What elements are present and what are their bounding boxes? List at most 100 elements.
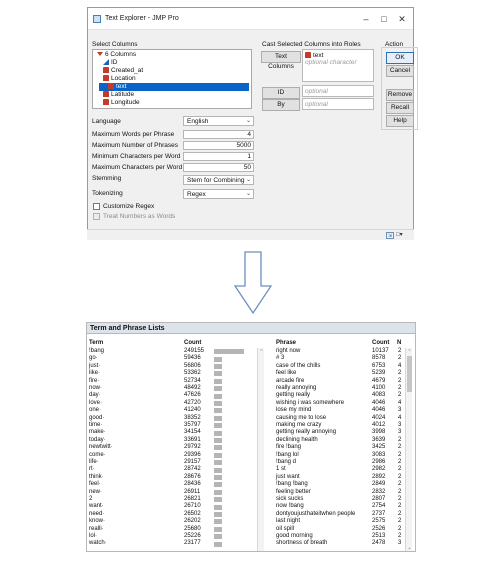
remove-button[interactable]: Remove [386, 89, 414, 101]
phrase-cell[interactable]: causing me to lose [276, 415, 326, 422]
phrase-cell[interactable]: !bang lol [276, 452, 299, 459]
minimize-icon[interactable]: – [359, 12, 373, 26]
text-columns-role-box[interactable]: text optional character [302, 49, 374, 82]
term-cell[interactable]: lol· [89, 533, 97, 540]
term-cell[interactable]: love· [89, 400, 102, 407]
term-cell[interactable]: one· [89, 407, 101, 414]
cancel-button[interactable]: Cancel [386, 65, 414, 77]
phrase-cell[interactable]: arcade fire [276, 378, 304, 385]
term-count-cell: 56806 [184, 362, 201, 369]
maximize-icon[interactable]: □ [377, 12, 391, 26]
term-cell[interactable]: time· [89, 422, 102, 429]
by-button[interactable]: By [262, 99, 300, 111]
term-cell[interactable]: come· [89, 452, 106, 459]
term-scrollbar[interactable]: ⌃ [257, 348, 265, 551]
phrase-cell[interactable]: right now [276, 348, 300, 355]
chevron-down-icon: ⌄ [245, 191, 251, 197]
term-cell[interactable]: need· [89, 511, 104, 518]
term-cell[interactable]: go· [89, 355, 98, 362]
term-cell[interactable]: good· [89, 415, 104, 422]
id-role-box[interactable]: optional [302, 85, 374, 97]
column-list[interactable]: 6 Columns ID Created_at Location text La… [92, 49, 252, 109]
phrase-cell[interactable]: feeling better [276, 489, 311, 496]
term-cell[interactable]: watch· [89, 540, 107, 547]
term-cell[interactable]: like· [89, 370, 100, 377]
checkbox-box[interactable] [93, 213, 100, 220]
ok-button[interactable]: OK [386, 52, 414, 64]
term-cell[interactable]: today· [89, 437, 106, 444]
max-phrases-field[interactable]: 5000 [183, 141, 254, 150]
scroll-up-icon[interactable]: ⌃ [258, 349, 265, 355]
text-columns-button[interactable]: Text Columns [261, 51, 301, 70]
term-cell[interactable]: now· [89, 385, 102, 392]
phrase-cell[interactable]: fire !bang [276, 444, 301, 451]
term-cell[interactable]: feel· [89, 481, 101, 488]
max-words-field[interactable]: 4 [183, 130, 254, 139]
column-item-latitude[interactable]: Latitude [103, 91, 134, 99]
phrase-cell[interactable]: declining health [276, 437, 318, 444]
term-cell[interactable]: rt· [89, 466, 95, 473]
customize-regex-checkbox[interactable]: Customize Regex [93, 203, 154, 210]
column-item-created-at[interactable]: Created_at [103, 67, 143, 75]
checkbox-box[interactable] [93, 203, 100, 210]
phrase-cell[interactable]: getting really [276, 392, 310, 399]
scroll-up-icon[interactable]: ⌃ [406, 349, 413, 355]
pin-icon[interactable]: ⇲ [386, 232, 394, 239]
phrase-cell[interactable]: feel like [276, 370, 296, 377]
term-cell[interactable]: make· [89, 429, 106, 436]
scroll-down-icon[interactable]: ⌄ [406, 545, 413, 551]
window-menu-icon[interactable]: □▾ [396, 232, 409, 239]
phrase-cell[interactable]: !bang !bang [276, 481, 308, 488]
term-cell[interactable]: fire· [89, 378, 99, 385]
column-item-longitude[interactable]: Longitude [103, 99, 140, 107]
phrase-cell[interactable]: getting really annoying [276, 429, 336, 436]
phrase-cell[interactable]: lose my mind [276, 407, 311, 414]
phrase-cell[interactable]: 1 st [276, 466, 286, 473]
treat-numbers-checkbox[interactable]: Treat Numbers as Words [93, 213, 175, 220]
phrase-cell[interactable]: good morning [276, 533, 313, 540]
tokenizing-dropdown[interactable]: Regex ⌄ [183, 189, 254, 199]
term-cell[interactable]: 2 [89, 496, 92, 503]
phrase-cell[interactable]: dontyoujusthateitwhen people [276, 511, 355, 518]
phrase-cell[interactable]: shortness of breath [276, 540, 327, 547]
column-item-location[interactable]: Location [103, 75, 136, 83]
phrase-cell[interactable]: last night [276, 518, 300, 525]
language-dropdown[interactable]: English ⌄ [183, 116, 254, 126]
phrase-cell[interactable]: oil spill [276, 526, 294, 533]
term-cell[interactable]: !bang [89, 348, 104, 355]
recall-button[interactable]: Recall [386, 102, 414, 114]
stemming-dropdown[interactable]: Stem for Combining ⌄ [183, 175, 254, 185]
term-cell[interactable]: know· [89, 518, 105, 525]
phrase-cell[interactable]: # 3 [276, 355, 284, 362]
term-cell[interactable]: new· [89, 489, 102, 496]
id-button[interactable]: ID [262, 87, 300, 99]
term-cell[interactable]: life· [89, 459, 99, 466]
close-icon[interactable]: ✕ [395, 12, 409, 26]
term-count-bar [214, 364, 222, 369]
term-cell[interactable]: think· [89, 474, 104, 481]
term-cell[interactable]: just· [89, 363, 100, 370]
by-role-box[interactable]: optional [302, 98, 374, 110]
phrase-cell[interactable]: !bang d [276, 459, 296, 466]
phrase-scrollbar[interactable]: ⌃ ⌄ [405, 348, 413, 551]
column-item-text[interactable]: text [99, 83, 249, 91]
scroll-thumb[interactable] [407, 356, 412, 392]
help-button[interactable]: Help [386, 115, 414, 127]
term-cell[interactable]: realli· [89, 526, 104, 533]
nominal-column-icon [108, 83, 114, 90]
columns-header[interactable]: 6 Columns [97, 51, 136, 59]
phrase-cell[interactable]: wishing i was somewhere [276, 400, 344, 407]
phrase-cell[interactable]: just want [276, 474, 300, 481]
term-header: Term [89, 340, 104, 346]
phrase-cell[interactable]: making me crazy [276, 422, 321, 429]
term-cell[interactable]: want· [89, 503, 104, 510]
min-chars-field[interactable]: 1 [183, 152, 254, 161]
max-chars-field[interactable]: 50 [183, 163, 254, 172]
phrase-cell[interactable]: really annoying [276, 385, 316, 392]
term-cell[interactable]: newtwitt· [89, 444, 113, 451]
phrase-cell[interactable]: case of the chills [276, 363, 320, 370]
phrase-cell[interactable]: sick sucks [276, 496, 303, 503]
term-cell[interactable]: day· [89, 392, 101, 399]
column-item-id[interactable]: ID [103, 59, 118, 67]
phrase-cell[interactable]: now !bang [276, 503, 304, 510]
